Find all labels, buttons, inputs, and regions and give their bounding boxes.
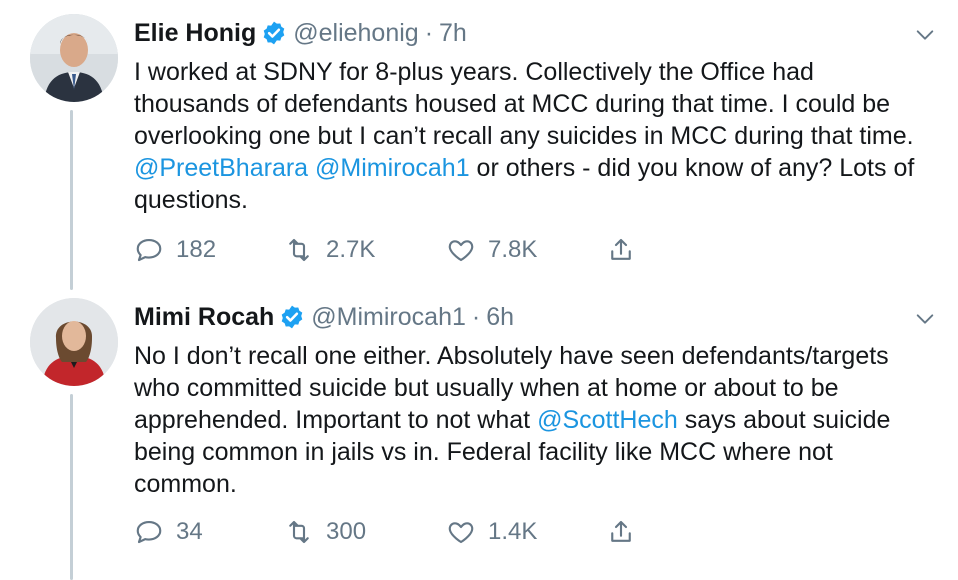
reply-count: 182 (176, 236, 217, 263)
mention-link[interactable]: @PreetBharara (134, 154, 308, 182)
avatar[interactable] (30, 298, 118, 386)
avatar[interactable] (30, 14, 118, 102)
share-icon (611, 520, 631, 542)
chevron-down-icon[interactable] (914, 24, 936, 46)
mention-link[interactable]: @Mimirocah1 (315, 154, 470, 182)
separator-dot: · (424, 19, 434, 47)
retweet-button[interactable]: 300 (284, 514, 366, 550)
tweet[interactable]: Mimi Rocah @Mimirocah1 · 6h No I don’t r… (0, 298, 958, 580)
handle[interactable]: @Mimirocah1 (311, 300, 466, 334)
separator-dot: · (471, 303, 481, 331)
verified-badge-icon (279, 304, 305, 330)
reply-icon (136, 520, 162, 544)
chevron-down-icon[interactable] (914, 308, 936, 330)
retweet-count: 2.7K (326, 236, 376, 263)
like-button[interactable]: 1.4K (446, 514, 537, 550)
like-count: 7.8K (488, 236, 538, 263)
retweet-icon (289, 238, 309, 262)
like-button[interactable]: 7.8K (446, 232, 537, 268)
reply-count: 34 (176, 518, 203, 545)
reply-button[interactable]: 182 (134, 232, 216, 268)
like-icon (448, 240, 474, 262)
handle[interactable]: @eliehonig (293, 16, 418, 50)
like-icon (448, 522, 474, 544)
retweet-count: 300 (326, 518, 367, 545)
retweet-icon (289, 520, 309, 544)
tweet[interactable]: Elie Honig @eliehonig · 7h I worked at S… (0, 14, 958, 284)
tweet-header: Mimi Rocah @Mimirocah1 · 6h (134, 300, 514, 334)
tweet-text: No I don’t recall one either. Absolutely… (134, 340, 934, 500)
mention-link[interactable]: @ScottHech (537, 406, 678, 434)
retweet-button[interactable]: 2.7K (284, 232, 375, 268)
like-count: 1.4K (488, 518, 538, 545)
timestamp[interactable]: 6h (486, 300, 514, 334)
display-name[interactable]: Mimi Rocah (134, 300, 274, 334)
reply-button[interactable]: 34 (134, 514, 203, 550)
avatar-photo-woman (30, 298, 118, 386)
share-icon (611, 238, 631, 260)
text-segment: I worked at SDNY for 8-plus years. Colle… (134, 58, 914, 150)
share-button[interactable] (606, 514, 648, 550)
display-name[interactable]: Elie Honig (134, 16, 256, 50)
tweet-text: I worked at SDNY for 8-plus years. Colle… (134, 56, 934, 216)
timestamp[interactable]: 7h (439, 16, 467, 50)
share-button[interactable] (606, 232, 648, 268)
reply-icon (136, 238, 162, 262)
verified-badge-icon (261, 20, 287, 46)
avatar-photo-man (30, 14, 118, 102)
tweet-header: Elie Honig @eliehonig · 7h (134, 16, 467, 50)
text-segment (308, 154, 315, 182)
